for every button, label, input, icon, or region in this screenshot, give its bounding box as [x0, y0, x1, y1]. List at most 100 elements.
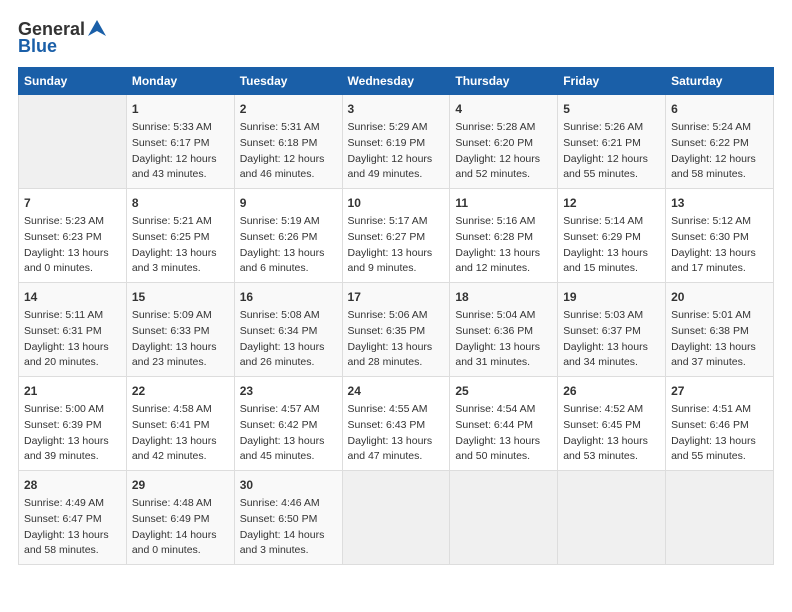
calendar-cell: 3Sunrise: 5:29 AMSunset: 6:19 PMDaylight…	[342, 95, 450, 189]
cell-info: Sunset: 6:30 PM	[671, 230, 768, 246]
cell-info: Daylight: 13 hours	[455, 434, 552, 450]
cell-info: Sunrise: 4:51 AM	[671, 402, 768, 418]
cell-info: and 55 minutes.	[563, 167, 660, 183]
calendar-cell: 8Sunrise: 5:21 AMSunset: 6:25 PMDaylight…	[126, 189, 234, 283]
calendar-cell: 23Sunrise: 4:57 AMSunset: 6:42 PMDayligh…	[234, 377, 342, 471]
logo: General Blue	[18, 18, 108, 57]
cell-info: and 50 minutes.	[455, 449, 552, 465]
day-number: 14	[24, 288, 121, 306]
cell-info: Sunrise: 4:48 AM	[132, 496, 229, 512]
day-number: 19	[563, 288, 660, 306]
logo-bird-icon	[86, 18, 108, 40]
cell-info: and 37 minutes.	[671, 355, 768, 371]
cell-info: Sunrise: 5:00 AM	[24, 402, 121, 418]
cell-info: Sunset: 6:28 PM	[455, 230, 552, 246]
cell-info: Sunset: 6:49 PM	[132, 512, 229, 528]
header-monday: Monday	[126, 68, 234, 95]
cell-info: Sunset: 6:44 PM	[455, 418, 552, 434]
calendar-cell: 7Sunrise: 5:23 AMSunset: 6:23 PMDaylight…	[19, 189, 127, 283]
header-row: SundayMondayTuesdayWednesdayThursdayFrid…	[19, 68, 774, 95]
header-saturday: Saturday	[666, 68, 774, 95]
cell-info: and 3 minutes.	[132, 261, 229, 277]
day-number: 20	[671, 288, 768, 306]
calendar-cell: 26Sunrise: 4:52 AMSunset: 6:45 PMDayligh…	[558, 377, 666, 471]
cell-info: Sunset: 6:20 PM	[455, 136, 552, 152]
cell-info: Sunrise: 5:17 AM	[348, 214, 445, 230]
page: General Blue SundayMondayTuesdayWednesda…	[0, 0, 792, 575]
cell-info: Sunrise: 5:33 AM	[132, 120, 229, 136]
cell-info: Sunrise: 5:24 AM	[671, 120, 768, 136]
day-number: 10	[348, 194, 445, 212]
cell-info: and 53 minutes.	[563, 449, 660, 465]
week-row-0: 1Sunrise: 5:33 AMSunset: 6:17 PMDaylight…	[19, 95, 774, 189]
cell-info: Sunset: 6:39 PM	[24, 418, 121, 434]
cell-info: Daylight: 12 hours	[348, 152, 445, 168]
day-number: 12	[563, 194, 660, 212]
cell-info: Daylight: 13 hours	[24, 340, 121, 356]
calendar-cell: 17Sunrise: 5:06 AMSunset: 6:35 PMDayligh…	[342, 283, 450, 377]
header-friday: Friday	[558, 68, 666, 95]
cell-info: Sunset: 6:18 PM	[240, 136, 337, 152]
cell-info: and 12 minutes.	[455, 261, 552, 277]
calendar-cell: 27Sunrise: 4:51 AMSunset: 6:46 PMDayligh…	[666, 377, 774, 471]
day-number: 16	[240, 288, 337, 306]
cell-info: Sunset: 6:26 PM	[240, 230, 337, 246]
calendar-cell: 25Sunrise: 4:54 AMSunset: 6:44 PMDayligh…	[450, 377, 558, 471]
cell-info: and 20 minutes.	[24, 355, 121, 371]
day-number: 21	[24, 382, 121, 400]
calendar-cell: 30Sunrise: 4:46 AMSunset: 6:50 PMDayligh…	[234, 471, 342, 565]
day-number: 13	[671, 194, 768, 212]
calendar-cell: 2Sunrise: 5:31 AMSunset: 6:18 PMDaylight…	[234, 95, 342, 189]
calendar-cell: 14Sunrise: 5:11 AMSunset: 6:31 PMDayligh…	[19, 283, 127, 377]
cell-info: Daylight: 14 hours	[132, 528, 229, 544]
cell-info: Sunrise: 5:09 AM	[132, 308, 229, 324]
cell-info: Daylight: 12 hours	[563, 152, 660, 168]
calendar-cell	[558, 471, 666, 565]
week-row-2: 14Sunrise: 5:11 AMSunset: 6:31 PMDayligh…	[19, 283, 774, 377]
day-number: 24	[348, 382, 445, 400]
cell-info: Sunrise: 5:16 AM	[455, 214, 552, 230]
week-row-4: 28Sunrise: 4:49 AMSunset: 6:47 PMDayligh…	[19, 471, 774, 565]
cell-info: Sunrise: 4:58 AM	[132, 402, 229, 418]
cell-info: Sunrise: 5:06 AM	[348, 308, 445, 324]
calendar-cell: 19Sunrise: 5:03 AMSunset: 6:37 PMDayligh…	[558, 283, 666, 377]
cell-info: and 46 minutes.	[240, 167, 337, 183]
day-number: 18	[455, 288, 552, 306]
cell-info: Daylight: 13 hours	[563, 246, 660, 262]
cell-info: Daylight: 12 hours	[240, 152, 337, 168]
cell-info: Sunset: 6:41 PM	[132, 418, 229, 434]
calendar-cell	[450, 471, 558, 565]
cell-info: and 9 minutes.	[348, 261, 445, 277]
day-number: 29	[132, 476, 229, 494]
cell-info: Sunset: 6:34 PM	[240, 324, 337, 340]
cell-info: Sunrise: 4:57 AM	[240, 402, 337, 418]
cell-info: and 39 minutes.	[24, 449, 121, 465]
header-tuesday: Tuesday	[234, 68, 342, 95]
cell-info: Sunset: 6:21 PM	[563, 136, 660, 152]
day-number: 6	[671, 100, 768, 118]
calendar-cell: 1Sunrise: 5:33 AMSunset: 6:17 PMDaylight…	[126, 95, 234, 189]
cell-info: Daylight: 13 hours	[24, 528, 121, 544]
cell-info: Sunset: 6:17 PM	[132, 136, 229, 152]
cell-info: Daylight: 13 hours	[240, 340, 337, 356]
cell-info: Daylight: 13 hours	[455, 340, 552, 356]
calendar-cell: 16Sunrise: 5:08 AMSunset: 6:34 PMDayligh…	[234, 283, 342, 377]
cell-info: and 43 minutes.	[132, 167, 229, 183]
cell-info: Daylight: 12 hours	[671, 152, 768, 168]
cell-info: Daylight: 13 hours	[455, 246, 552, 262]
cell-info: and 0 minutes.	[24, 261, 121, 277]
cell-info: Sunrise: 5:21 AM	[132, 214, 229, 230]
cell-info: Sunrise: 4:54 AM	[455, 402, 552, 418]
cell-info: and 47 minutes.	[348, 449, 445, 465]
header-wednesday: Wednesday	[342, 68, 450, 95]
day-number: 11	[455, 194, 552, 212]
day-number: 30	[240, 476, 337, 494]
calendar-cell	[19, 95, 127, 189]
cell-info: and 58 minutes.	[671, 167, 768, 183]
cell-info: and 52 minutes.	[455, 167, 552, 183]
calendar-cell: 10Sunrise: 5:17 AMSunset: 6:27 PMDayligh…	[342, 189, 450, 283]
header-thursday: Thursday	[450, 68, 558, 95]
day-number: 15	[132, 288, 229, 306]
cell-info: and 42 minutes.	[132, 449, 229, 465]
calendar-cell: 13Sunrise: 5:12 AMSunset: 6:30 PMDayligh…	[666, 189, 774, 283]
